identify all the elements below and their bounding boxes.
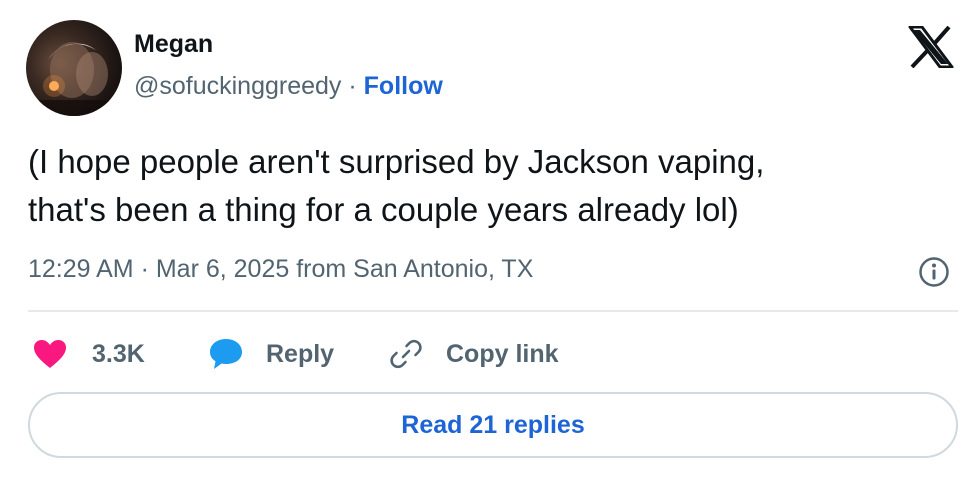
read-replies-label: Read 21 replies (401, 410, 585, 439)
copy-link-label: Copy link (446, 339, 559, 368)
tweet-text: (I hope people aren't surprised by Jacks… (28, 138, 948, 234)
x-logo-icon[interactable] (908, 25, 954, 69)
separator-dot: · (341, 72, 364, 100)
reply-label: Reply (266, 339, 335, 368)
tweet-embed-card: Megan @sofuckinggreedy · Follow (I hope … (0, 0, 976, 478)
divider (28, 310, 958, 312)
tweet-text-line: (I hope people aren't surprised by Jacks… (28, 143, 765, 180)
display-name[interactable]: Megan (134, 30, 213, 59)
read-replies-button[interactable]: Read 21 replies (28, 392, 958, 458)
copy-link-button[interactable]: Copy link (388, 336, 559, 372)
speech-bubble-icon (210, 339, 242, 369)
reply-button[interactable]: Reply (208, 336, 334, 372)
info-icon[interactable] (918, 256, 950, 288)
link-icon (390, 339, 422, 369)
avatar[interactable] (26, 20, 122, 116)
follow-link[interactable]: Follow (364, 72, 443, 100)
handle-row: @sofuckinggreedy · Follow (134, 72, 443, 101)
tweet-text-line: that's been a thing for a couple years a… (28, 191, 739, 228)
heart-icon (34, 340, 66, 368)
tweet-timestamp[interactable]: 12:29 AM · Mar 6, 2025 from San Antonio,… (28, 255, 533, 284)
like-button[interactable]: 3.3K (32, 336, 145, 372)
like-count: 3.3K (92, 339, 145, 368)
action-bar: 3.3K Reply Copy link (32, 336, 732, 372)
user-handle[interactable]: @sofuckinggreedy (134, 72, 341, 100)
